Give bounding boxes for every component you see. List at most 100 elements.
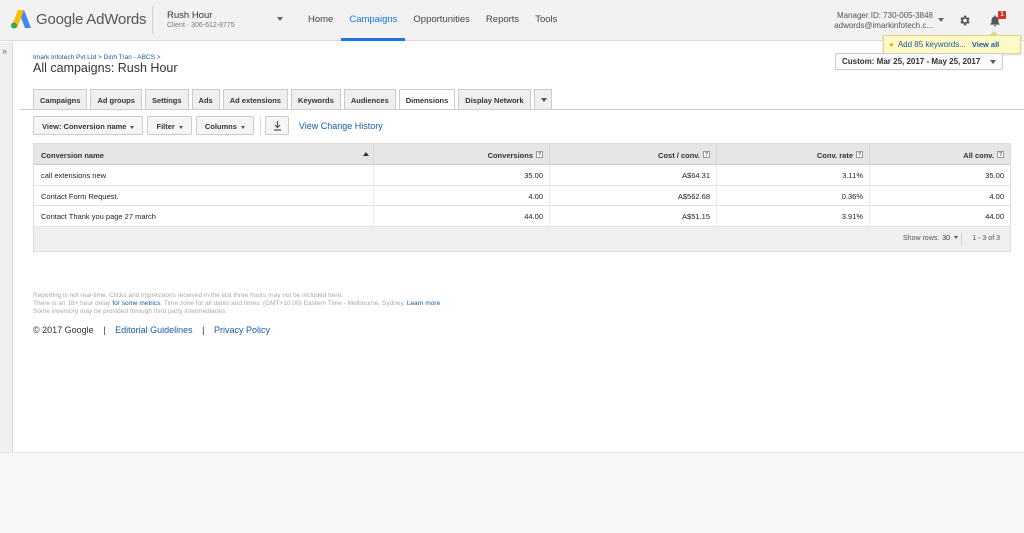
conversions-table: Conversion name Conversions? Cost / conv… <box>33 143 1011 252</box>
download-icon <box>273 121 281 131</box>
privacy-policy-link[interactable]: Privacy Policy <box>214 325 270 335</box>
tab-keywords[interactable]: Keywords <box>290 89 341 109</box>
cell-cost-per-conv: A$562.68 <box>550 185 717 205</box>
nav-opportunities[interactable]: Opportunities <box>405 0 478 41</box>
editorial-guidelines-link[interactable]: Editorial Guidelines <box>115 325 193 335</box>
header-divider <box>152 6 153 34</box>
notification-text[interactable]: Add 85 keywords... <box>898 40 966 49</box>
col-header-label: All conv. <box>963 151 994 160</box>
sort-up-icon[interactable] <box>363 152 369 156</box>
notification-popup[interactable]: ● Add 85 keywords... View all <box>883 35 1021 54</box>
col-header-label: Cost / conv. <box>658 151 700 160</box>
view-dropdown[interactable]: View: Conversion name <box>33 116 144 135</box>
columns-label: Columns <box>204 122 237 131</box>
help-icon[interactable]: ? <box>856 151 863 158</box>
manager-id: Manager ID: 730-005-3848 <box>836 11 933 20</box>
filter-button[interactable]: Filter <box>147 116 192 135</box>
learn-more-link[interactable]: Learn more <box>407 300 440 307</box>
main-nav: Home Campaigns Opportunities Reports Too… <box>300 0 565 41</box>
cell-conv-rate: 3.11% <box>717 165 870 185</box>
account-switcher[interactable]: Rush Hour Client · 306-612-8775 <box>167 10 235 29</box>
disclaimer-line-3: Some inventory may be provided through t… <box>33 308 228 316</box>
filter-caret-icon <box>178 125 183 129</box>
sidebar-toggle[interactable]: » <box>0 42 13 452</box>
chevron-down-icon <box>540 98 547 102</box>
date-caret-icon <box>990 60 996 64</box>
page-title: All campaigns: Rush Hour <box>33 61 178 75</box>
columns-button[interactable]: Columns <box>195 116 254 135</box>
tab-display-network[interactable]: Display Network <box>458 89 531 109</box>
lightbulb-icon: ● <box>889 40 894 49</box>
nav-home[interactable]: Home <box>300 0 341 41</box>
tab-ad-groups[interactable]: Ad groups <box>90 89 142 109</box>
footer-divider <box>961 232 962 245</box>
manager-account-info[interactable]: Manager ID: 730-005-3848 adwords@imarkin… <box>834 11 933 31</box>
cell-conv-rate: 0.36% <box>717 185 870 205</box>
view-all-link[interactable]: View all <box>972 40 999 49</box>
manager-caret-icon[interactable] <box>938 18 944 22</box>
download-button[interactable] <box>264 116 289 135</box>
cell-all-conv: 44.00 <box>985 212 1004 221</box>
tab-more-button[interactable] <box>533 89 552 109</box>
help-icon[interactable]: ? <box>536 151 543 158</box>
account-caret-icon[interactable] <box>277 17 283 21</box>
col-header-cost-per-conv[interactable]: Cost / conv.? <box>550 144 717 164</box>
show-rows-value: 30 <box>942 234 950 242</box>
toolbar-divider <box>259 116 261 135</box>
gear-icon[interactable] <box>958 14 971 27</box>
col-header-label: Conv. rate <box>816 151 853 160</box>
table-footer: Show rows: 30 1 - 3 of 3 <box>34 226 1010 251</box>
tab-ad-extensions[interactable]: Ad extensions <box>222 89 288 109</box>
tab-dimensions[interactable]: Dimensions <box>398 89 456 110</box>
cell-conversion-name: call extensions new <box>34 165 374 185</box>
cell-conversion-name: Contact Form Request. <box>34 185 374 205</box>
cell-conversion-name: Contact Thank you page 27 march <box>34 206 374 226</box>
expand-arrows-icon[interactable]: » <box>2 46 7 56</box>
footer-separator: | <box>103 325 106 335</box>
cell-conv-rate: 3.91% <box>717 206 870 226</box>
tab-campaigns[interactable]: Campaigns <box>33 89 88 109</box>
cell-conversions: 4.00 <box>374 185 550 205</box>
tab-audiences[interactable]: Audiences <box>343 89 396 109</box>
date-range-selector[interactable]: Custom: Mar 25, 2017 - May 25, 2017 <box>835 53 1003 70</box>
tab-ads[interactable]: Ads <box>191 89 220 109</box>
disclaimer-timezone-text: . Time zone for all dates and times: (GM… <box>160 300 406 308</box>
nav-tools[interactable]: Tools <box>527 0 565 41</box>
help-icon[interactable]: ? <box>997 151 1004 158</box>
top-header: Google AdWords Rush Hour Client · 306-61… <box>0 0 1024 41</box>
some-metrics-link[interactable]: for some metrics <box>112 300 160 307</box>
tab-settings[interactable]: Settings <box>144 89 189 109</box>
adwords-logo[interactable]: Google AdWords <box>10 9 147 29</box>
table-row: call extensions new 35.00 A$64.31 3.11% … <box>34 165 1010 186</box>
rows-caret-icon <box>954 236 958 240</box>
cell-all-conv: 4.00 <box>989 191 1004 201</box>
cell-conversions: 44.00 <box>374 206 550 226</box>
notification-badge: 1 <box>998 11 1006 19</box>
col-header-label: Conversion name <box>41 151 104 160</box>
show-rows-selector[interactable]: Show rows: 30 <box>903 235 958 242</box>
columns-caret-icon <box>240 125 245 129</box>
adwords-page: Google AdWords Rush Hour Client · 306-61… <box>0 0 1024 533</box>
help-icon[interactable]: ? <box>703 151 710 158</box>
nav-reports[interactable]: Reports <box>478 0 527 41</box>
tab-bar: Campaigns Ad groups Settings Ads Ad exte… <box>33 89 555 110</box>
col-header-label: Conversions <box>487 151 533 160</box>
footer-separator: | <box>202 325 205 335</box>
breadcrumb[interactable]: Imark Infotech Pvt Ltd > Dinh Tran - ABC… <box>33 54 161 61</box>
disclaimer-line-2: There is an 18+ hour delay for some metr… <box>33 300 440 308</box>
pagination-range: 1 - 3 of 3 <box>972 234 1000 242</box>
view-change-history-link[interactable]: View Change History <box>299 121 383 131</box>
col-header-conversions[interactable]: Conversions? <box>374 144 550 164</box>
col-header-conversion-name[interactable]: Conversion name <box>34 144 374 164</box>
table-header: Conversion name Conversions? Cost / conv… <box>34 144 1010 165</box>
brand-name: Google AdWords <box>36 10 147 28</box>
cell-cost-per-conv: A$51.15 <box>550 206 717 226</box>
page-footer: © 2017 Google | Editorial Guidelines | P… <box>33 325 270 335</box>
copyright-text: © 2017 Google <box>33 325 94 335</box>
account-id: Client · 306-612-8775 <box>167 22 235 29</box>
reporting-disclaimer: Reporting is not real-time. Clicks and i… <box>33 292 440 317</box>
nav-campaigns[interactable]: Campaigns <box>341 0 406 41</box>
col-header-conv-rate[interactable]: Conv. rate? <box>717 144 870 164</box>
cell-conversions: 35.00 <box>374 165 550 185</box>
col-header-all-conv[interactable]: All conv.? <box>870 144 1010 164</box>
